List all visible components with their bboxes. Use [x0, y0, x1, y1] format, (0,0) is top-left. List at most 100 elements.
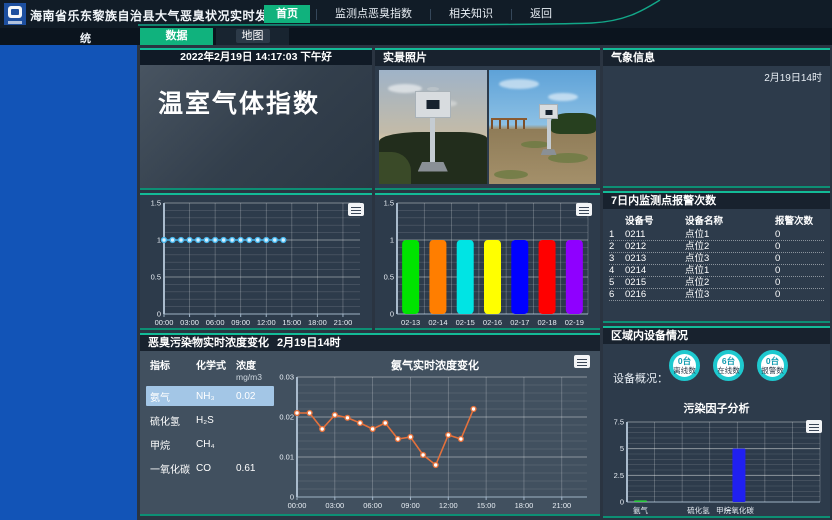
devices-panel: 区域内设备情况 设备概况： 0台离线数 6台在线数 0台报警数 污染因子分析 0 2.… — [603, 326, 830, 518]
dashboard: 统 数据 地图 海南省乐东黎族自治县大气恶臭状况实时发布系 首页 监测点恶臭指数… — [0, 0, 832, 520]
svg-text:12:00: 12:00 — [439, 501, 458, 510]
pollutant-row[interactable]: 甲烷CH₄ — [146, 434, 274, 454]
pollutant-row[interactable]: 一氧化碳CO0.61 — [146, 458, 274, 478]
svg-text:1: 1 — [390, 236, 394, 245]
app-title-wrap: 统 — [80, 30, 91, 46]
app-title: 海南省乐东黎族自治县大气恶臭状况实时发布系 — [30, 7, 293, 24]
device-overview-label: 设备概况： — [613, 370, 668, 386]
weather-panel-title: 气象信息 — [603, 50, 830, 66]
svg-text:02-16: 02-16 — [483, 318, 502, 327]
app-logo-icon — [4, 3, 26, 25]
tab-map[interactable]: 地图 — [216, 28, 289, 45]
tab-data[interactable]: 数据 — [140, 28, 213, 45]
pollutant-row[interactable]: 硫化氢H₂S — [146, 410, 274, 430]
chart-menu-icon[interactable] — [576, 203, 592, 216]
device-stat-circle: 0台离线数 — [669, 350, 700, 381]
svg-text:1: 1 — [157, 236, 161, 245]
top-header: 海南省乐东黎族自治县大气恶臭状况实时发布系 首页 监测点恶臭指数 相关知识 返回 — [0, 0, 832, 28]
svg-text:21:00: 21:00 — [334, 318, 353, 327]
nav-divider — [511, 9, 512, 20]
tab-bar — [0, 28, 832, 45]
svg-text:0.5: 0.5 — [384, 273, 394, 282]
pollutant-table: 指标 化学式 浓度mg/m3 氨气NH₃0.02 硫化氢H₂S 甲烷CH₄ 一氧化碳C… — [146, 357, 274, 482]
table-row: 20212点位20 — [609, 241, 824, 253]
device-stat-circle: 0台报警数 — [757, 350, 788, 381]
svg-text:06:00: 06:00 — [206, 318, 225, 327]
daily-index-chart-panel: 0 0.5 1 1.5 02-13 02-14 02-15 02-16 02-17 02-18 02… — [375, 193, 600, 330]
station-photo-day — [489, 70, 597, 184]
svg-text:02-15: 02-15 — [456, 318, 475, 327]
datetime-text: 2022年2月19日 14:17:03 下午好 — [140, 50, 372, 65]
svg-text:06:00: 06:00 — [363, 501, 382, 510]
photo-strip — [379, 70, 596, 184]
svg-text:02-19: 02-19 — [565, 318, 584, 327]
pollutant-panel: 恶臭污染物实时浓度变化 2月19日14时 指标 化学式 浓度mg/m3 氨气NH… — [140, 333, 600, 516]
devices-panel-title: 区域内设备情况 — [603, 328, 830, 344]
svg-text:12:00: 12:00 — [257, 318, 276, 327]
nav-divider — [316, 9, 317, 20]
svg-text:21:00: 21:00 — [552, 501, 571, 510]
greenhouse-index-headline: 温室气体指数 — [158, 84, 320, 120]
svg-text:02-14: 02-14 — [428, 318, 447, 327]
daily-index-bar-chart: 0 0.5 1 1.5 02-13 02-14 02-15 02-16 02-17 02-18 02… — [375, 197, 596, 328]
photos-panel: 实景照片 — [375, 48, 600, 190]
svg-text:0.01: 0.01 — [279, 453, 294, 462]
weather-timestamp: 2月19日14时 — [603, 66, 830, 87]
svg-text:0: 0 — [390, 310, 394, 319]
pollutant-panel-title-bar: 恶臭污染物实时浓度变化 2月19日14时 — [140, 335, 600, 351]
svg-text:09:00: 09:00 — [401, 501, 420, 510]
chart-menu-icon[interactable] — [574, 355, 590, 368]
main-nav: 首页 监测点恶臭指数 相关知识 返回 — [264, 5, 564, 23]
svg-text:0.5: 0.5 — [151, 273, 161, 282]
pollutant-row[interactable]: 氨气NH₃0.02 — [146, 386, 274, 406]
nav-knowledge[interactable]: 相关知识 — [437, 5, 505, 23]
pollution-factor-bar-chart: 02.557.5氨气硫化氢甲烷一氧化碳 — [605, 416, 828, 516]
svg-text:一氧化碳: 一氧化碳 — [724, 505, 754, 515]
greeting-panel: 2022年2月19日 14:17:03 下午好 温室气体指数 — [140, 48, 372, 190]
svg-text:02-18: 02-18 — [537, 318, 556, 327]
nh3-line-chart: 00.010.020.0300:0003:0006:0009:0012:0015… — [273, 371, 595, 511]
greenhouse-index-chart-panel: 00.511.500:0003:0006:0009:0012:0015:0018… — [140, 193, 372, 330]
table-row: 40214点位10 — [609, 265, 824, 277]
station-photo-dusk — [379, 70, 487, 184]
nav-odor-index[interactable]: 监测点恶臭指数 — [323, 5, 424, 23]
alarms-panel: 7日内监测点报警次数 设备号 设备名称 报警次数 10211点位1020212点… — [603, 191, 830, 323]
device-stat-circle: 6台在线数 — [713, 350, 744, 381]
factor-chart-title: 污染因子分析 — [603, 400, 830, 416]
svg-text:02-17: 02-17 — [510, 318, 529, 327]
nav-home[interactable]: 首页 — [264, 5, 310, 23]
svg-text:1.5: 1.5 — [384, 199, 394, 208]
svg-text:0.03: 0.03 — [279, 373, 294, 382]
pollutant-timestamp: 2月19日14时 — [277, 335, 341, 351]
svg-text:5: 5 — [620, 444, 624, 453]
svg-text:02-13: 02-13 — [401, 318, 420, 327]
svg-text:03:00: 03:00 — [325, 501, 344, 510]
pollutant-panel-title: 恶臭污染物实时浓度变化 — [148, 335, 269, 351]
svg-text:00:00: 00:00 — [288, 501, 307, 510]
alarms-panel-title: 7日内监测点报警次数 — [603, 193, 830, 209]
svg-text:硫化氢: 硫化氢 — [687, 505, 710, 515]
svg-text:2.5: 2.5 — [614, 471, 624, 480]
svg-text:18:00: 18:00 — [308, 318, 327, 327]
nav-back[interactable]: 返回 — [518, 5, 564, 23]
table-row: 10211点位10 — [609, 229, 824, 241]
svg-text:0: 0 — [620, 498, 624, 507]
nav-divider — [430, 9, 431, 20]
svg-text:18:00: 18:00 — [515, 501, 534, 510]
svg-text:7.5: 7.5 — [614, 418, 624, 427]
svg-text:15:00: 15:00 — [477, 501, 496, 510]
chart-menu-icon[interactable] — [348, 203, 364, 216]
pollutant-table-header: 指标 化学式 浓度mg/m3 — [146, 357, 274, 382]
svg-text:09:00: 09:00 — [231, 318, 250, 327]
device-stats: 0台离线数 6台在线数 0台报警数 — [669, 350, 788, 381]
svg-text:0.02: 0.02 — [279, 413, 294, 422]
left-sidebar — [0, 28, 137, 520]
table-row: 30213点位30 — [609, 253, 824, 265]
chart-menu-icon[interactable] — [806, 420, 822, 433]
weather-panel: 气象信息 2月19日14时 — [603, 48, 830, 188]
svg-text:1.5: 1.5 — [151, 199, 161, 208]
greenhouse-index-line-chart: 00.511.500:0003:0006:0009:0012:0015:0018… — [140, 197, 368, 328]
table-row: 50215点位20 — [609, 277, 824, 289]
svg-text:15:00: 15:00 — [282, 318, 301, 327]
tab-map-label: 地图 — [236, 29, 270, 43]
